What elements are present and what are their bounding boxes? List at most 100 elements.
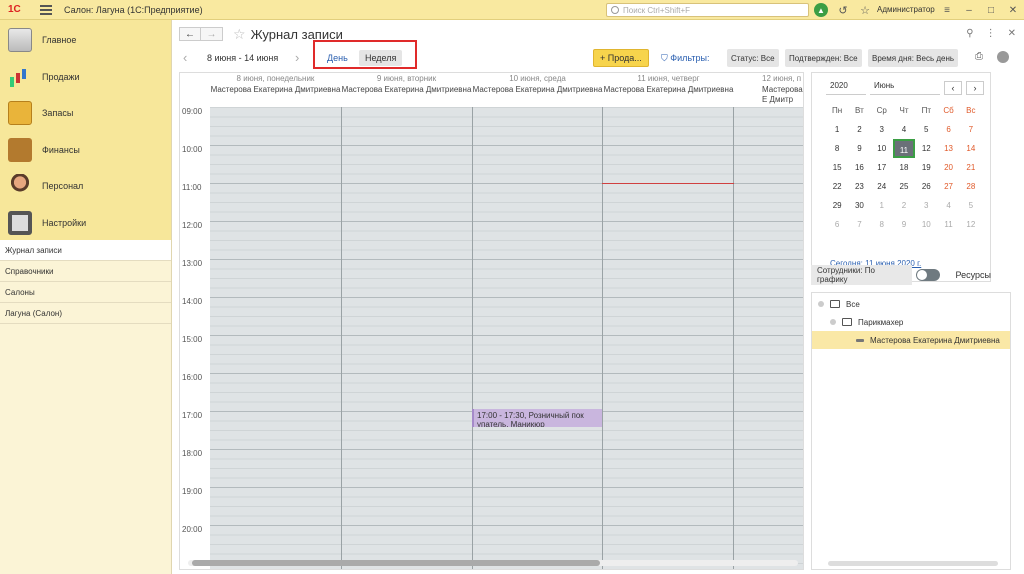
calendar-day[interactable]: 8 xyxy=(871,215,893,234)
sidebar-item-sales[interactable]: Продажи xyxy=(0,59,171,96)
more-icon[interactable]: ⋮ xyxy=(986,28,996,39)
view-day-button[interactable]: День xyxy=(321,51,354,65)
link-icon[interactable]: ⚲ xyxy=(966,28,973,39)
column-header: 11 июня, четверг Мастерова Екатерина Дми… xyxy=(603,74,734,95)
filters-label[interactable]: ⛉ Фильтры: xyxy=(661,53,709,64)
column-employee: Мастерова Екатерина Дмитриевна xyxy=(341,84,472,94)
calendar-day[interactable]: 19 xyxy=(915,158,937,177)
sidebar-item-stock[interactable]: Запасы xyxy=(0,95,171,132)
sidebar: Главное Продажи Запасы Финансы Персонал … xyxy=(0,20,172,574)
schedule-toggle[interactable] xyxy=(915,269,940,281)
month-field[interactable]: Июнь xyxy=(870,81,940,95)
sidebar-link-salons[interactable]: Салоны xyxy=(0,282,171,303)
time-label: 16:00 xyxy=(182,373,203,382)
add-sale-button[interactable]: + Прода... xyxy=(593,49,649,67)
appointment-event[interactable]: 17:00 - 17:30, Розничный пок упатель, Ма… xyxy=(472,409,602,427)
next-month-button[interactable]: › xyxy=(966,81,984,95)
resources-link[interactable]: Ресурсы xyxy=(956,270,992,280)
calendar-day[interactable]: 2 xyxy=(848,120,870,139)
calendar-day[interactable]: 12 xyxy=(915,139,937,158)
calendar-day[interactable]: 9 xyxy=(848,139,870,158)
column-header: 9 июня, вторник Мастерова Екатерина Дмит… xyxy=(341,74,472,95)
back-button[interactable]: ← xyxy=(179,27,201,41)
print-icon[interactable]: ⎙ xyxy=(975,51,987,63)
sidebar-link-directories[interactable]: Справочники xyxy=(0,261,171,282)
calendar-day[interactable]: 12 xyxy=(960,215,982,234)
sidebar-link-laguna[interactable]: Лагуна (Салон) xyxy=(0,303,171,324)
next-period-icon[interactable]: › xyxy=(295,50,299,65)
history-icon[interactable]: ↺ xyxy=(836,3,850,17)
maximize-icon[interactable]: □ xyxy=(980,5,1002,16)
calendar-day[interactable]: 14 xyxy=(960,139,982,158)
calendar-day[interactable]: 21 xyxy=(960,158,982,177)
confirmed-filter[interactable]: Подтвержден: Все xyxy=(785,49,862,67)
calendar-day[interactable]: 16 xyxy=(848,158,870,177)
calendar-day[interactable]: 1 xyxy=(871,196,893,215)
expand-icon[interactable] xyxy=(830,319,836,325)
close-icon[interactable]: ✕ xyxy=(1002,5,1024,16)
mini-calendar-days[interactable]: Пн Вт Ср Чт Пт Сб Вс 1 2 3 4 5 6 7 8 9 10 11 12 13 14 15 16 17 1… xyxy=(826,101,982,234)
calendar-day[interactable]: 22 xyxy=(826,177,848,196)
calendar-day[interactable]: 7 xyxy=(960,120,982,139)
calendar-day[interactable]: 1 xyxy=(826,120,848,139)
calendar-day[interactable]: 10 xyxy=(871,139,893,158)
calendar-day[interactable]: 4 xyxy=(893,120,915,139)
year-field[interactable]: 2020 xyxy=(826,81,866,95)
tree-scrollbar[interactable] xyxy=(828,561,998,566)
calendar-day[interactable]: 5 xyxy=(915,120,937,139)
calendar-day[interactable]: 6 xyxy=(826,215,848,234)
calendar-day[interactable]: 8 xyxy=(826,139,848,158)
calendar-day[interactable]: 4 xyxy=(937,196,959,215)
sidebar-item-finance[interactable]: Финансы xyxy=(0,132,171,169)
sidebar-item-main[interactable]: Главное xyxy=(0,22,171,59)
close-form-icon[interactable]: ✕ xyxy=(1008,28,1016,39)
tree-item-hairdresser[interactable]: Парикмахер xyxy=(812,313,1010,331)
calendar-day[interactable]: 25 xyxy=(893,177,915,196)
sidebar-link-journal[interactable]: Журнал записи xyxy=(0,240,171,261)
calendar-day[interactable]: 24 xyxy=(871,177,893,196)
calendar-day[interactable]: 23 xyxy=(848,177,870,196)
search-input[interactable]: Поиск Ctrl+Shift+F xyxy=(606,3,809,17)
calendar-day[interactable]: 2 xyxy=(893,196,915,215)
calendar-day[interactable]: 15 xyxy=(826,158,848,177)
calendar-day[interactable]: 27 xyxy=(937,177,959,196)
tree-item-employee[interactable]: Мастерова Екатерина Дмитриевна xyxy=(812,331,1010,349)
calendar-day[interactable]: 17 xyxy=(871,158,893,177)
expand-icon[interactable] xyxy=(818,301,824,307)
calendar-day[interactable]: 3 xyxy=(915,196,937,215)
calendar-day[interactable]: 9 xyxy=(893,215,915,234)
settings-menu-icon[interactable]: ≡ xyxy=(936,5,958,16)
sidebar-item-settings[interactable]: Настройки xyxy=(0,205,171,242)
calendar-day[interactable]: 7 xyxy=(848,215,870,234)
calendar-day[interactable]: 5 xyxy=(960,196,982,215)
calendar-day[interactable]: 29 xyxy=(826,196,848,215)
user-name[interactable]: Администратор xyxy=(877,5,935,14)
prev-period-icon[interactable]: ‹ xyxy=(183,50,187,65)
gear-icon[interactable] xyxy=(997,51,1009,63)
calendar-day[interactable]: 28 xyxy=(960,177,982,196)
notification-icon[interactable]: ▲ xyxy=(814,3,828,17)
minimize-icon[interactable]: – xyxy=(958,5,980,16)
calendar-day[interactable]: 6 xyxy=(937,120,959,139)
tree-item-all[interactable]: Все xyxy=(812,295,1010,313)
sidebar-item-staff[interactable]: Персонал xyxy=(0,168,171,205)
calendar-day[interactable]: 20 xyxy=(937,158,959,177)
calendar-day[interactable]: 13 xyxy=(937,139,959,158)
calendar-day[interactable]: 30 xyxy=(848,196,870,215)
menu-icon[interactable] xyxy=(40,4,52,15)
time-of-day-filter[interactable]: Время дня: Весь день xyxy=(868,49,959,67)
favorites-icon[interactable]: ☆ xyxy=(858,3,872,17)
status-filter[interactable]: Статус: Все xyxy=(727,49,779,67)
calendar-day[interactable]: 11 xyxy=(892,139,916,158)
calendar-day[interactable]: 3 xyxy=(871,120,893,139)
view-week-button[interactable]: Неделя xyxy=(359,50,403,66)
calendar-cells[interactable]: 17:00 - 17:30, Розничный пок упатель, Ма… xyxy=(210,107,803,569)
calendar-day[interactable]: 18 xyxy=(893,158,915,177)
star-icon[interactable]: ☆ xyxy=(233,26,246,43)
horizontal-scrollbar[interactable] xyxy=(188,560,798,566)
calendar-day[interactable]: 11 xyxy=(937,215,959,234)
forward-button[interactable]: → xyxy=(201,27,223,41)
prev-month-button[interactable]: ‹ xyxy=(944,81,962,95)
calendar-day[interactable]: 26 xyxy=(915,177,937,196)
calendar-day[interactable]: 10 xyxy=(915,215,937,234)
